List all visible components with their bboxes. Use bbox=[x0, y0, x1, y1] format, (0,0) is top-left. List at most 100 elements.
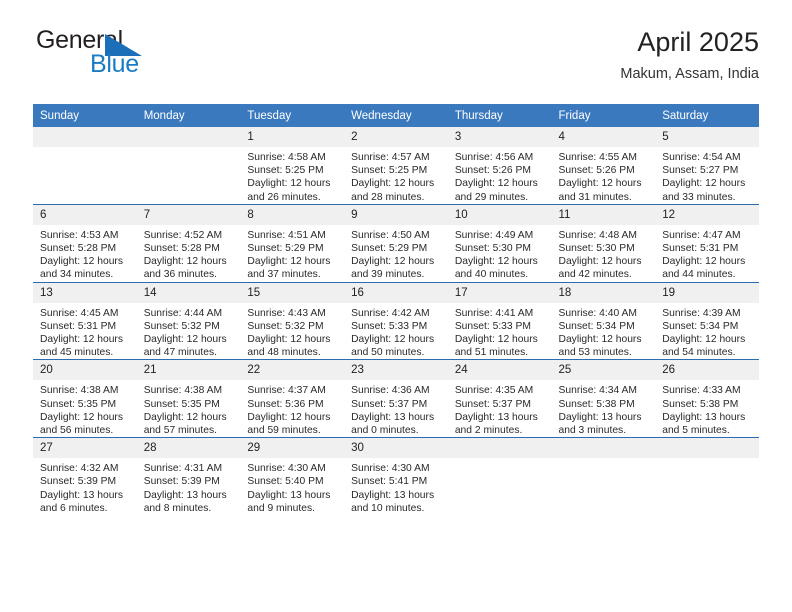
sunset-text: Sunset: 5:35 PM bbox=[40, 398, 117, 410]
day-number: 7 bbox=[136, 204, 241, 225]
day-details: Sunrise: 4:54 AM Sunset: 5:27 PM Daylight:… bbox=[655, 147, 759, 204]
day-details: Sunrise: 4:53 AM Sunset: 5:28 PM Daylight:… bbox=[33, 225, 137, 282]
weekday-header-sunday: Sunday bbox=[33, 104, 137, 127]
sunrise-text: Sunrise: 4:43 AM bbox=[247, 307, 326, 319]
calendar-day-cell[interactable]: 26 Sunrise: 4:33 AM Sunset: 5:38 PM Dayligh… bbox=[655, 359, 759, 438]
sunrise-text: Sunrise: 4:57 AM bbox=[351, 152, 430, 163]
calendar-day-cell[interactable]: 25 Sunrise: 4:34 AM Sunset: 5:38 PM Dayligh… bbox=[551, 359, 656, 438]
calendar-day-cell-empty bbox=[551, 437, 656, 516]
day-number: 15 bbox=[240, 282, 345, 303]
sunset-text: Sunset: 5:30 PM bbox=[454, 243, 531, 255]
calendar-day-cell[interactable]: 1 Sunrise: 4:58 AM Sunset: 5:25 PM Daylight… bbox=[240, 127, 345, 205]
daylight-text: Daylight: 12 hours and 51 minutes. bbox=[454, 334, 538, 359]
sunrise-text: Sunrise: 4:53 AM bbox=[40, 229, 119, 241]
calendar-day-cell-empty bbox=[33, 127, 137, 205]
calendar-day-cell-empty bbox=[655, 437, 759, 516]
sunset-text: Sunset: 5:37 PM bbox=[454, 398, 531, 410]
day-details: Sunrise: 4:51 AM Sunset: 5:29 PM Daylight:… bbox=[240, 225, 344, 282]
sunset-text: Sunset: 5:25 PM bbox=[247, 165, 324, 177]
day-number: 28 bbox=[136, 438, 241, 459]
weekday-header-tuesday: Tuesday bbox=[240, 104, 345, 127]
sunset-text: Sunset: 5:32 PM bbox=[143, 320, 220, 332]
general-blue-logo[interactable]: General Blue bbox=[33, 26, 293, 82]
calendar-day-cell[interactable]: 10 Sunrise: 4:49 AM Sunset: 5:30 PM Dayligh… bbox=[447, 203, 552, 283]
daylight-text: Daylight: 13 hours and 6 minutes. bbox=[40, 489, 123, 514]
sunset-text: Sunset: 5:38 PM bbox=[662, 398, 739, 410]
sunset-text: Sunset: 5:35 PM bbox=[143, 398, 220, 410]
day-number bbox=[551, 438, 656, 459]
calendar-day-cell[interactable]: 5 Sunrise: 4:54 AM Sunset: 5:27 PM Daylight… bbox=[655, 127, 759, 205]
daylight-text: Daylight: 12 hours and 47 minutes. bbox=[143, 334, 227, 359]
calendar-day-cell[interactable]: 30 Sunrise: 4:30 AM Sunset: 5:41 PM Dayligh… bbox=[344, 437, 448, 516]
calendar-day-cell[interactable]: 14 Sunrise: 4:44 AM Sunset: 5:32 PM Dayligh… bbox=[136, 281, 241, 360]
calendar-day-cell[interactable]: 3 Sunrise: 4:56 AM Sunset: 5:26 PM Daylight… bbox=[447, 127, 552, 205]
daylight-text: Daylight: 12 hours and 31 minutes. bbox=[558, 178, 642, 203]
day-number: 11 bbox=[551, 204, 656, 225]
calendar-day-cell[interactable]: 19 Sunrise: 4:39 AM Sunset: 5:34 PM Dayligh… bbox=[655, 281, 759, 360]
day-details: Sunrise: 4:38 AM Sunset: 5:35 PM Daylight:… bbox=[33, 380, 137, 437]
sunrise-text: Sunrise: 4:36 AM bbox=[351, 385, 430, 397]
calendar-day-cell[interactable]: 21 Sunrise: 4:38 AM Sunset: 5:35 PM Dayligh… bbox=[136, 359, 241, 438]
calendar-day-cell[interactable]: 27 Sunrise: 4:32 AM Sunset: 5:39 PM Dayligh… bbox=[33, 437, 137, 516]
day-details: Sunrise: 4:39 AM Sunset: 5:34 PM Daylight:… bbox=[655, 303, 759, 360]
calendar-day-cell[interactable]: 9 Sunrise: 4:50 AM Sunset: 5:29 PM Daylight… bbox=[344, 203, 448, 283]
logo-text-blue: Blue bbox=[90, 50, 139, 78]
calendar-day-cell[interactable]: 2 Sunrise: 4:57 AM Sunset: 5:25 PM Daylight… bbox=[344, 127, 448, 205]
calendar-week-row: 27 Sunrise: 4:32 AM Sunset: 5:39 PM Dayligh… bbox=[33, 437, 759, 516]
calendar-day-cell[interactable]: 22 Sunrise: 4:37 AM Sunset: 5:36 PM Dayligh… bbox=[240, 359, 345, 438]
calendar-day-cell[interactable]: 12 Sunrise: 4:47 AM Sunset: 5:31 PM Dayligh… bbox=[655, 203, 759, 283]
day-number: 24 bbox=[447, 360, 552, 381]
day-details: Sunrise: 4:50 AM Sunset: 5:29 PM Daylight:… bbox=[344, 225, 448, 282]
weekday-header-thursday: Thursday bbox=[447, 104, 552, 127]
calendar-day-cell[interactable]: 11 Sunrise: 4:48 AM Sunset: 5:30 PM Dayligh… bbox=[551, 203, 656, 283]
daylight-text: Daylight: 12 hours and 54 minutes. bbox=[662, 334, 746, 359]
calendar-day-cell[interactable]: 4 Sunrise: 4:55 AM Sunset: 5:26 PM Daylight… bbox=[551, 127, 656, 205]
sunrise-text: Sunrise: 4:33 AM bbox=[662, 385, 741, 397]
day-number: 27 bbox=[33, 438, 137, 459]
calendar-day-cell[interactable]: 8 Sunrise: 4:51 AM Sunset: 5:29 PM Daylight… bbox=[240, 203, 345, 283]
sunrise-text: Sunrise: 4:49 AM bbox=[454, 229, 534, 241]
day-number: 20 bbox=[33, 360, 137, 381]
day-details: Sunrise: 4:33 AM Sunset: 5:38 PM Daylight:… bbox=[655, 380, 759, 437]
day-number: 18 bbox=[551, 282, 656, 303]
daylight-text: Daylight: 12 hours and 36 minutes. bbox=[143, 256, 227, 281]
daylight-text: Daylight: 13 hours and 8 minutes. bbox=[143, 489, 227, 514]
calendar-day-cell[interactable]: 29 Sunrise: 4:30 AM Sunset: 5:40 PM Dayligh… bbox=[240, 437, 345, 516]
calendar-day-cell[interactable]: 23 Sunrise: 4:36 AM Sunset: 5:37 PM Dayligh… bbox=[344, 359, 448, 438]
sunrise-text: Sunrise: 4:32 AM bbox=[40, 463, 119, 475]
calendar-day-cell[interactable]: 7 Sunrise: 4:52 AM Sunset: 5:28 PM Daylight… bbox=[136, 203, 241, 283]
sunrise-text: Sunrise: 4:47 AM bbox=[662, 229, 741, 241]
sunset-text: Sunset: 5:27 PM bbox=[662, 165, 739, 177]
sunrise-text: Sunrise: 4:54 AM bbox=[662, 152, 741, 163]
day-number: 6 bbox=[33, 204, 137, 225]
day-number: 5 bbox=[655, 127, 759, 147]
sunrise-text: Sunrise: 4:56 AM bbox=[454, 152, 534, 163]
calendar-day-cell[interactable]: 20 Sunrise: 4:38 AM Sunset: 5:35 PM Dayligh… bbox=[33, 359, 137, 438]
calendar-week-row: 20 Sunrise: 4:38 AM Sunset: 5:35 PM Dayligh… bbox=[33, 359, 759, 438]
day-details: Sunrise: 4:35 AM Sunset: 5:37 PM Daylight:… bbox=[448, 380, 552, 437]
sunset-text: Sunset: 5:34 PM bbox=[558, 320, 635, 332]
weekday-header-friday: Friday bbox=[551, 104, 656, 127]
daylight-text: Daylight: 13 hours and 0 minutes. bbox=[351, 411, 435, 437]
sunset-text: Sunset: 5:28 PM bbox=[143, 243, 220, 255]
sunset-text: Sunset: 5:34 PM bbox=[662, 320, 739, 332]
calendar-day-cell[interactable]: 13 Sunrise: 4:45 AM Sunset: 5:31 PM Dayligh… bbox=[33, 281, 137, 360]
sunset-text: Sunset: 5:37 PM bbox=[351, 398, 428, 410]
calendar-day-cell[interactable]: 16 Sunrise: 4:42 AM Sunset: 5:33 PM Dayligh… bbox=[344, 281, 448, 360]
calendar-week-row: 1 Sunrise: 4:58 AM Sunset: 5:25 PM Daylight… bbox=[33, 127, 759, 205]
calendar-day-cell[interactable]: 28 Sunrise: 4:31 AM Sunset: 5:39 PM Dayligh… bbox=[136, 437, 241, 516]
calendar-day-cell[interactable]: 17 Sunrise: 4:41 AM Sunset: 5:33 PM Dayligh… bbox=[447, 281, 552, 360]
calendar-day-cell[interactable]: 6 Sunrise: 4:53 AM Sunset: 5:28 PM Daylight… bbox=[33, 203, 137, 283]
day-number: 4 bbox=[551, 127, 656, 147]
calendar-day-cell[interactable]: 15 Sunrise: 4:43 AM Sunset: 5:32 PM Dayligh… bbox=[240, 281, 345, 360]
daylight-text: Daylight: 12 hours and 57 minutes. bbox=[143, 411, 227, 437]
day-number: 23 bbox=[344, 360, 448, 381]
calendar-day-cell[interactable]: 18 Sunrise: 4:40 AM Sunset: 5:34 PM Dayligh… bbox=[551, 281, 656, 360]
daylight-text: Daylight: 13 hours and 9 minutes. bbox=[247, 489, 331, 514]
calendar-week-row: 6 Sunrise: 4:53 AM Sunset: 5:28 PM Daylight… bbox=[33, 203, 759, 283]
daylight-text: Daylight: 13 hours and 5 minutes. bbox=[662, 411, 746, 437]
day-number: 17 bbox=[447, 282, 552, 303]
calendar-day-cell[interactable]: 24 Sunrise: 4:35 AM Sunset: 5:37 PM Dayligh… bbox=[447, 359, 552, 438]
daylight-text: Daylight: 12 hours and 29 minutes. bbox=[454, 178, 538, 203]
sunset-text: Sunset: 5:41 PM bbox=[351, 476, 428, 488]
